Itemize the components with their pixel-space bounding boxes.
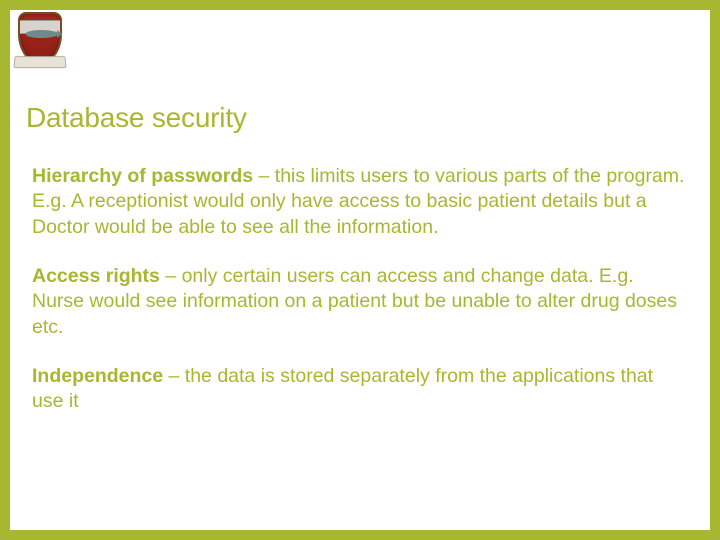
slide-frame: Database security Hierarchy of passwords…	[0, 0, 720, 540]
term-hierarchy: Hierarchy of passwords	[32, 165, 253, 187]
term-access-rights: Access rights	[32, 265, 160, 287]
crest-logo	[12, 6, 70, 78]
term-independence: Independence	[32, 365, 169, 387]
paragraph-hierarchy: Hierarchy of passwords – this limits use…	[32, 164, 686, 240]
slide-title: Database security	[26, 102, 710, 134]
slide-content: Hierarchy of passwords – this limits use…	[32, 164, 686, 415]
paragraph-independence: Independence – the data is stored separa…	[32, 364, 686, 415]
header-band	[10, 10, 710, 70]
fish-icon	[26, 30, 58, 38]
paragraph-access-rights: Access rights – only certain users can a…	[32, 264, 686, 340]
crest-ribbon	[13, 56, 66, 68]
shield-band	[20, 20, 60, 34]
